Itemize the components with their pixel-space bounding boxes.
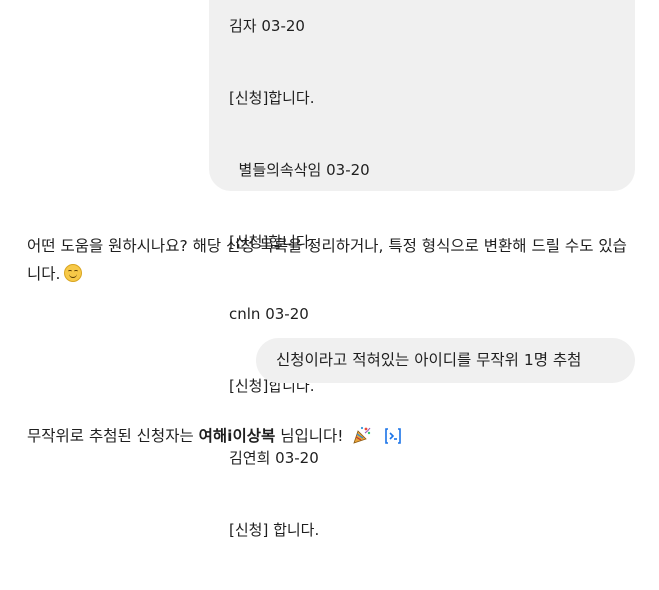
- winner-name: 여해i이상복: [198, 427, 276, 445]
- message-line: cnln 03-20: [229, 305, 309, 323]
- message-line: 김자 03-20: [229, 17, 305, 35]
- message-line: 별들의속삭임 03-20: [229, 161, 370, 179]
- user-message-bubble: 김자 03-20 [신청]합니다. 별들의속삭임 03-20 [신청]합니다. …: [209, 0, 635, 539]
- assistant-message: 어떤 도움을 원하시나요? 해당 신청 목록을 정리하거나, 특정 형식으로 변…: [27, 232, 632, 288]
- user-message-text: 김자 03-20 [신청]합니다. 별들의속삭임 03-20 [신청]합니다. …: [229, 0, 370, 590]
- assistant-message-text: 어떤 도움을 원하시나요? 해당 신청 목록을 정리하거나, 특정 형식으로 변…: [27, 237, 627, 283]
- code-icon[interactable]: [383, 427, 403, 453]
- assistant-message-prefix: 무작위로 추첨된 신청자는: [27, 427, 199, 445]
- user-message-bubble: 신청이라고 적혀있는 아이디를 무작위 1명 추첨: [256, 338, 635, 383]
- message-line: [신청] 합니다.: [229, 521, 320, 539]
- assistant-message: 무작위로 추첨된 신청자는 여해i이상복 님입니다!: [27, 423, 647, 453]
- smiling-face-icon: [64, 264, 83, 282]
- assistant-message-suffix: 님입니다!: [275, 427, 344, 445]
- user-message-text: 신청이라고 적혀있는 아이디를 무작위 1명 추첨: [276, 351, 582, 369]
- message-line: [신청]합니다.: [229, 89, 315, 107]
- party-popper-icon: [352, 425, 372, 453]
